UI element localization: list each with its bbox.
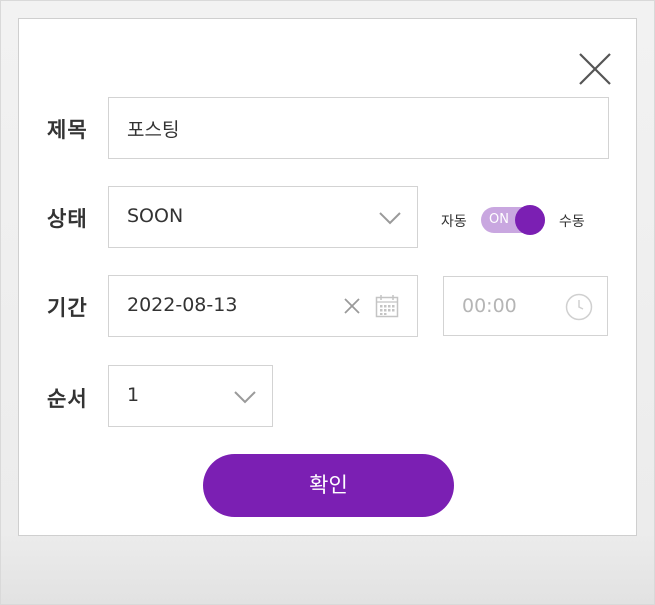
order-select[interactable]: 1 — [108, 365, 273, 427]
close-icon — [579, 53, 611, 85]
time-placeholder: 00:00 — [462, 295, 517, 317]
edit-modal: 제목 상태 SOON 자동 ON 수동 기간 2022-08-13 — [18, 18, 637, 536]
status-label: 상태 — [47, 207, 88, 231]
order-value: 1 — [127, 384, 140, 406]
toggle-state: ON — [489, 212, 509, 227]
status-value: SOON — [127, 205, 184, 227]
toggle-label-manual: 수동 — [559, 214, 585, 230]
toggle-knob — [515, 205, 545, 235]
title-input[interactable] — [108, 97, 609, 159]
date-value: 2022-08-13 — [127, 294, 238, 316]
auto-manual-toggle[interactable]: ON — [481, 205, 545, 235]
toggle-label-auto: 자동 — [441, 214, 467, 230]
order-label: 순서 — [47, 387, 88, 411]
period-label: 기간 — [47, 296, 88, 320]
title-label: 제목 — [47, 118, 88, 142]
calendar-icon[interactable] — [375, 294, 399, 318]
clear-icon[interactable] — [344, 298, 360, 314]
chevron-down-icon — [234, 391, 256, 404]
date-field[interactable]: 2022-08-13 — [108, 275, 418, 337]
clock-icon — [565, 293, 593, 321]
status-select[interactable]: SOON — [108, 186, 418, 248]
chevron-down-icon — [379, 212, 401, 225]
confirm-button[interactable]: 확인 — [203, 454, 454, 517]
time-field[interactable]: 00:00 — [443, 276, 608, 336]
close-button[interactable] — [577, 51, 613, 87]
